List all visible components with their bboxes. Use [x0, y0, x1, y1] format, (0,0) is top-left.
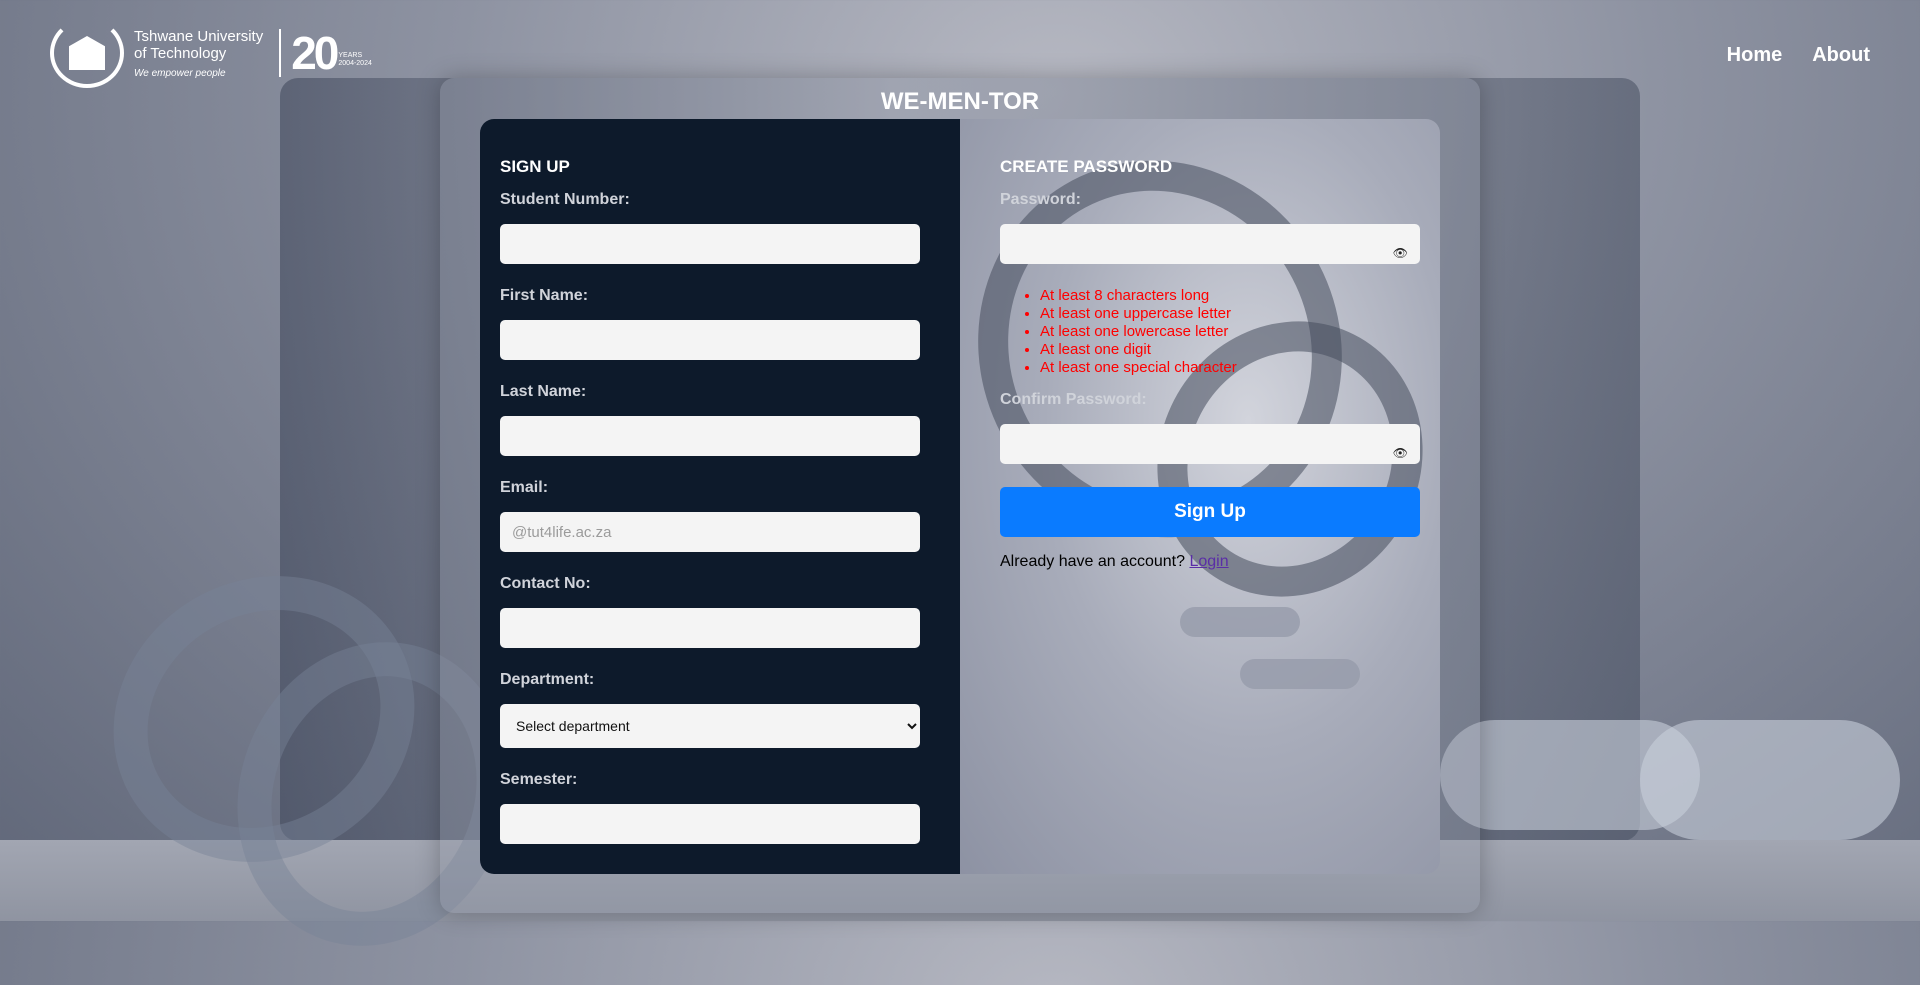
- account-prompt-text: Already have an account?: [1000, 553, 1186, 570]
- signup-form: SIGN UP Student Number: First Name: Last…: [480, 119, 1440, 874]
- department-label: Department:: [500, 671, 595, 688]
- login-link[interactable]: Login: [1189, 553, 1228, 570]
- signup-card: WE-MEN-TOR SIGN UP Student Number: First…: [440, 78, 1480, 913]
- confirm-password-label: Confirm Password:: [1000, 391, 1147, 408]
- app-title: WE-MEN-TOR: [880, 88, 1040, 115]
- student-number-label: Student Number:: [500, 191, 630, 208]
- password-panel: CREATE PASSWORD Password: 👁 At least 8 c…: [960, 119, 1440, 874]
- password-rule: At least one lowercase letter: [1040, 323, 1420, 341]
- contact-label: Contact No:: [500, 575, 591, 592]
- password-rule: At least 8 characters long: [1040, 287, 1420, 305]
- password-rule: At least one uppercase letter: [1040, 305, 1420, 323]
- password-rule: At least one digit: [1040, 341, 1420, 359]
- background-cloud: [1640, 720, 1900, 840]
- login-prompt: Already have an account? Login: [1000, 553, 1420, 571]
- eye-icon[interactable]: 👁: [1393, 446, 1408, 460]
- logo-line2: of Technology: [134, 44, 227, 62]
- password-input[interactable]: [1000, 224, 1420, 264]
- logo-line1: Tshwane University: [134, 27, 264, 45]
- university-emblem-icon: [50, 18, 124, 88]
- signup-heading: SIGN UP: [500, 157, 570, 176]
- anniversary-number: 20: [291, 27, 339, 79]
- logo-divider: [279, 29, 282, 77]
- semester-input[interactable]: [500, 804, 920, 844]
- last-name-label: Last Name:: [500, 383, 587, 400]
- decorative-wave: [1240, 659, 1360, 689]
- university-logo[interactable]: Tshwane University of Technology We empo…: [50, 18, 372, 88]
- anniversary-years: YEARS: [338, 52, 363, 59]
- student-number-input[interactable]: [500, 224, 920, 264]
- password-rules: At least 8 characters long At least one …: [1000, 287, 1420, 377]
- first-name-label: First Name:: [500, 287, 589, 304]
- email-label: Email:: [500, 479, 549, 496]
- nav-home-link[interactable]: Home: [1727, 44, 1783, 67]
- password-label: Password:: [1000, 191, 1081, 208]
- first-name-input[interactable]: [500, 320, 920, 360]
- decorative-wave: [1180, 607, 1300, 637]
- contact-input[interactable]: [500, 608, 920, 648]
- confirm-password-input[interactable]: [1000, 424, 1420, 464]
- create-password-heading: CREATE PASSWORD: [1000, 157, 1173, 176]
- eye-icon[interactable]: 👁: [1393, 246, 1408, 260]
- anniversary-range: 2004-2024: [338, 60, 372, 67]
- email-input[interactable]: [500, 512, 920, 552]
- logo-tagline: We empower people: [134, 67, 226, 79]
- signup-button[interactable]: Sign Up: [1000, 487, 1420, 537]
- signup-panel: SIGN UP Student Number: First Name: Last…: [480, 119, 960, 874]
- department-select[interactable]: Select department: [500, 704, 920, 748]
- top-nav: Home About: [1727, 44, 1870, 67]
- last-name-input[interactable]: [500, 416, 920, 456]
- semester-label: Semester:: [500, 771, 578, 788]
- password-rule: At least one special character: [1040, 359, 1420, 377]
- nav-about-link[interactable]: About: [1812, 44, 1870, 67]
